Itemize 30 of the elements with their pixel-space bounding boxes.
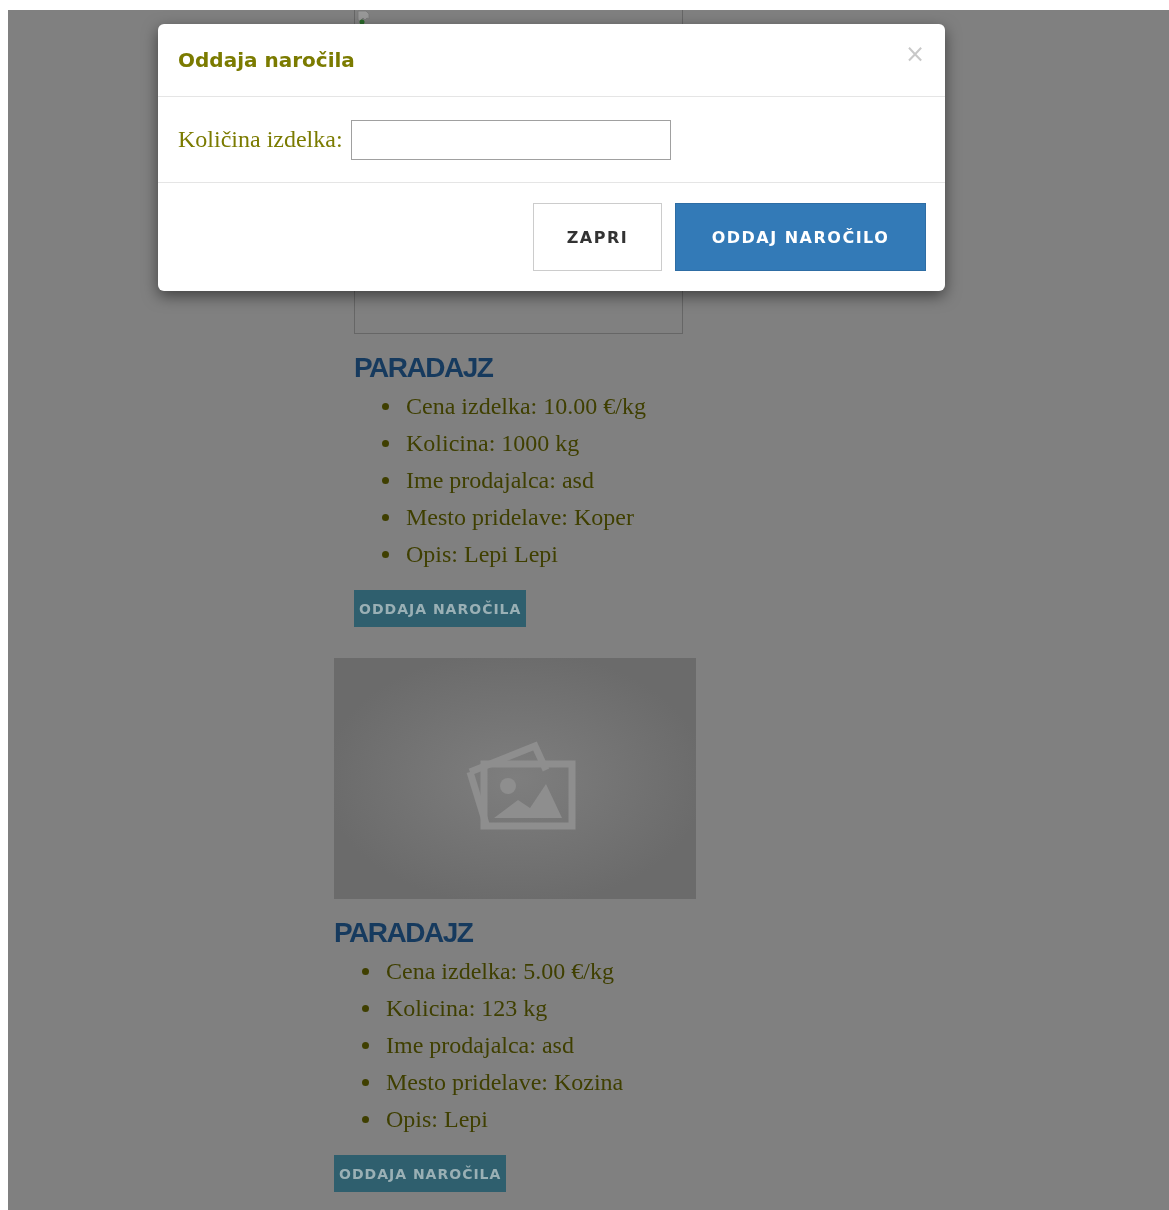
product-detail: Ime prodajalca: asd bbox=[386, 1032, 574, 1059]
bullet bbox=[382, 477, 389, 484]
product-detail: Opis: Lepi bbox=[386, 1106, 488, 1133]
product-detail: Cena izdelka: 10.00 €/kg bbox=[406, 393, 646, 420]
close-button[interactable]: × bbox=[904, 40, 925, 68]
product-detail: Mesto pridelave: Koper bbox=[406, 504, 634, 531]
close-dialog-button[interactable]: ZAPRI bbox=[533, 203, 662, 271]
product-title: PARADAJZ bbox=[354, 351, 493, 385]
product-detail: Mesto pridelave: Kozina bbox=[386, 1069, 624, 1096]
product-detail: Kolicina: 1000 kg bbox=[406, 430, 580, 457]
product-title: PARADAJZ bbox=[334, 916, 473, 950]
bullet bbox=[362, 1005, 369, 1012]
submit-order-button[interactable]: ODDAJ NAROČILO bbox=[675, 203, 926, 271]
bullet bbox=[362, 1042, 369, 1049]
bullet bbox=[362, 1079, 369, 1086]
bullet bbox=[362, 968, 369, 975]
bullet bbox=[362, 1116, 369, 1123]
product-detail: Opis: Lepi Lepi bbox=[406, 541, 558, 568]
quantity-field[interactable] bbox=[350, 119, 671, 160]
order-button[interactable]: ODDAJA NAROČILA bbox=[354, 590, 527, 627]
product-detail: Ime prodajalca: asd bbox=[406, 467, 594, 494]
dialog-title: Oddaja naročila bbox=[178, 48, 355, 72]
product-detail: Cena izdelka: 5.00 €/kg bbox=[386, 958, 614, 985]
product-detail: Kolicina: 123 kg bbox=[386, 995, 548, 1022]
quantity-label: Količina izdelka: bbox=[178, 126, 343, 153]
bullet bbox=[382, 514, 389, 521]
order-button[interactable]: ODDAJA NAROČILA bbox=[334, 1155, 507, 1192]
bullet bbox=[382, 440, 389, 447]
bullet bbox=[382, 403, 389, 410]
bullet bbox=[382, 551, 389, 558]
